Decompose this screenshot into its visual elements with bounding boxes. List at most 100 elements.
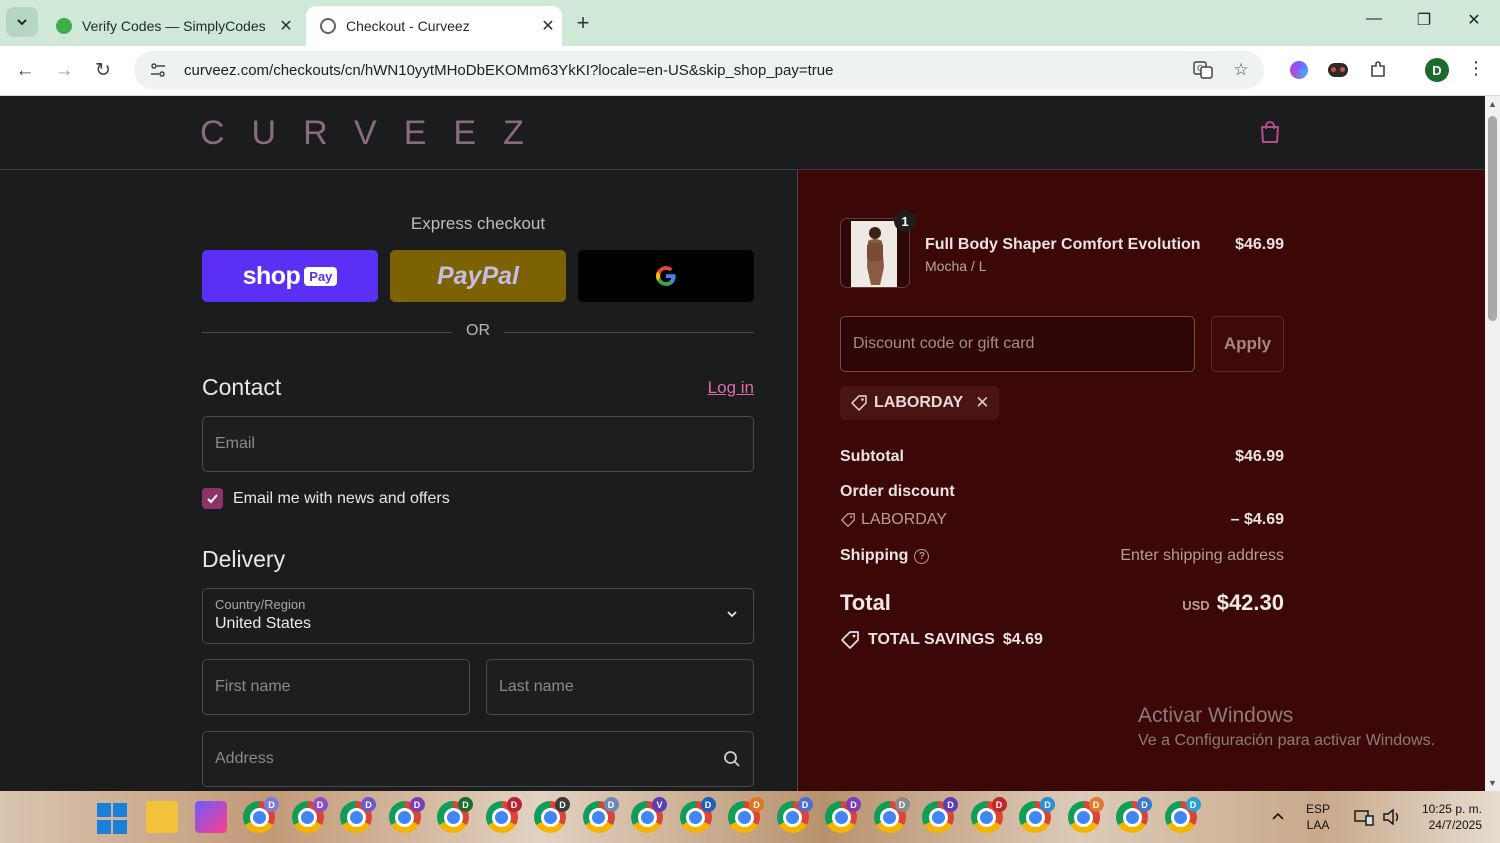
discount-field[interactable] (840, 316, 1195, 372)
profile-badge: D (506, 797, 522, 812)
chrome-profile-icon[interactable]: D (485, 797, 522, 833)
subtotal-value: $46.99 (1235, 448, 1284, 465)
address-bar[interactable]: curveez.com/checkouts/cn/hWN10yytMHoDbEK… (134, 51, 1264, 89)
total-value: $42.30 (1216, 590, 1284, 615)
chrome-profile-icon[interactable]: D (291, 797, 328, 833)
email-field[interactable] (202, 416, 754, 472)
profile-badge: D (458, 797, 473, 812)
chrome-profile-icon[interactable]: D (1067, 797, 1104, 833)
restore-button[interactable]: ❐ (1409, 10, 1439, 30)
product-price: $46.99 (1235, 236, 1284, 253)
scrollbar-thumb[interactable] (1488, 116, 1497, 321)
chrome-profile-icon[interactable]: D (825, 797, 861, 833)
chrome-profile-icon[interactable]: D (922, 797, 958, 833)
last-name-input[interactable] (499, 678, 741, 696)
profile-badge: D (700, 797, 716, 812)
chrome-profile-icon[interactable]: D (534, 797, 570, 833)
remove-discount-icon[interactable]: ✕ (975, 393, 989, 413)
chrome-profile-icon[interactable]: D (340, 797, 376, 833)
browser-menu-icon[interactable]: ⋮ (1464, 58, 1488, 79)
chrome-profile-icon[interactable]: D (1116, 797, 1152, 833)
system-clock[interactable]: 10:25 p. m. 24/7/2025 (1412, 801, 1482, 833)
extension-copilot-icon[interactable] (1285, 56, 1313, 84)
profile-avatar[interactable]: D (1425, 58, 1449, 82)
checkout-form: Express checkout shop Pay PayPal OR Cont… (0, 170, 797, 791)
tab-simplycodes[interactable]: Verify Codes — SimplyCodes ✕ (42, 6, 300, 46)
windows-start-icon[interactable] (97, 803, 129, 835)
chrome-profile-icon[interactable]: D (1164, 797, 1201, 833)
total-row: Total USD $42.30 (840, 590, 1284, 616)
chrome-profile-icon[interactable]: D (388, 797, 425, 833)
watermark-line1: Activar Windows (1138, 704, 1294, 727)
tab-checkout[interactable]: Checkout - Curveez ✕ (306, 6, 562, 46)
close-tab-icon[interactable]: ✕ (272, 16, 300, 36)
country-select[interactable]: Country/Region United States (202, 588, 754, 644)
chrome-profile-icon[interactable]: D (970, 797, 1007, 833)
profile-badge: D (409, 797, 425, 812)
chrome-profile-icon[interactable]: D (776, 797, 813, 833)
tray-overflow-icon[interactable] (1270, 791, 1286, 843)
profile-badge: D (555, 797, 570, 812)
chrome-profile-icon[interactable]: D (582, 797, 619, 833)
apply-button[interactable]: Apply (1211, 316, 1284, 372)
minimize-button[interactable]: — (1359, 10, 1389, 28)
lang-bottom: LAA (1306, 818, 1330, 832)
scroll-up-icon[interactable]: ▲ (1487, 99, 1498, 109)
chrome-profile-icon[interactable]: D (243, 797, 279, 833)
close-window-button[interactable]: ✕ (1459, 10, 1489, 30)
address-field[interactable] (202, 731, 754, 787)
translate-icon[interactable]: G (1188, 55, 1218, 85)
chrome-profile-icon[interactable]: D (437, 797, 473, 833)
search-icon[interactable] (723, 750, 741, 768)
close-tab-icon[interactable]: ✕ (534, 16, 562, 36)
shop-pay-button[interactable]: shop Pay (202, 250, 378, 302)
store-logo[interactable]: CURVEEZ (200, 114, 551, 153)
paypal-button[interactable]: PayPal (390, 250, 566, 302)
network-icon[interactable] (1354, 791, 1374, 843)
discount-code-label: LABORDAY (840, 511, 947, 529)
chrome-profile-icon[interactable]: D (1019, 797, 1055, 833)
newsletter-checkbox[interactable] (202, 488, 223, 509)
help-icon[interactable]: ? (914, 549, 930, 564)
extension-spy-icon[interactable] (1324, 56, 1352, 84)
tab-title: Checkout - Curveez (346, 18, 470, 34)
discount-input[interactable] (853, 335, 1182, 353)
google-pay-button[interactable] (578, 250, 754, 302)
chrome-profile-icon[interactable]: D (873, 797, 910, 833)
extensions-puzzle-icon[interactable] (1364, 56, 1392, 84)
tab-search-button[interactable] (6, 7, 38, 37)
subtotal-label: Subtotal (840, 448, 904, 465)
scroll-down-icon[interactable]: ▼ (1487, 778, 1498, 788)
site-info-icon[interactable] (146, 58, 170, 82)
page-scrollbar[interactable]: ▲ ▼ (1485, 96, 1500, 791)
address-input[interactable] (215, 750, 723, 768)
first-name-input[interactable] (215, 678, 457, 696)
profile-badge: D (894, 797, 910, 812)
shop-pay-badge: Pay (304, 266, 338, 286)
login-link[interactable]: Log in (660, 378, 754, 398)
product-variant: Mocha / L (925, 258, 987, 274)
email-input[interactable] (215, 435, 741, 453)
watermark-line2: Ve a Configuración para activar Windows. (1138, 732, 1436, 749)
newsletter-checkbox-row[interactable]: Email me with news and offers (202, 488, 450, 509)
windows-activation-watermark: Activar Windows Ve a Configuración para … (1138, 704, 1435, 750)
bookmark-star-icon[interactable]: ☆ (1226, 55, 1256, 85)
chrome-profile-icon[interactable]: D (728, 797, 764, 833)
first-name-field[interactable] (202, 659, 470, 715)
profile-badge: D (1137, 797, 1152, 812)
app-icon[interactable] (195, 801, 227, 833)
last-name-field[interactable] (486, 659, 754, 715)
back-button[interactable]: ← (10, 56, 40, 86)
country-label: Country/Region (215, 597, 306, 612)
profile-badge: D (797, 797, 813, 812)
language-indicator[interactable]: ESP LAA (1306, 801, 1330, 833)
new-tab-button[interactable]: + (570, 10, 596, 36)
forward-button[interactable]: → (49, 56, 79, 86)
chrome-profile-icon[interactable]: D (679, 797, 716, 833)
reload-button[interactable]: ↻ (88, 56, 118, 86)
shopping-bag-icon[interactable] (1256, 118, 1284, 146)
clock-time: 10:25 p. m. (1421, 802, 1482, 816)
file-explorer-icon[interactable] (146, 801, 178, 833)
chrome-profile-icon[interactable]: V (631, 797, 667, 833)
volume-icon[interactable] (1382, 791, 1402, 843)
